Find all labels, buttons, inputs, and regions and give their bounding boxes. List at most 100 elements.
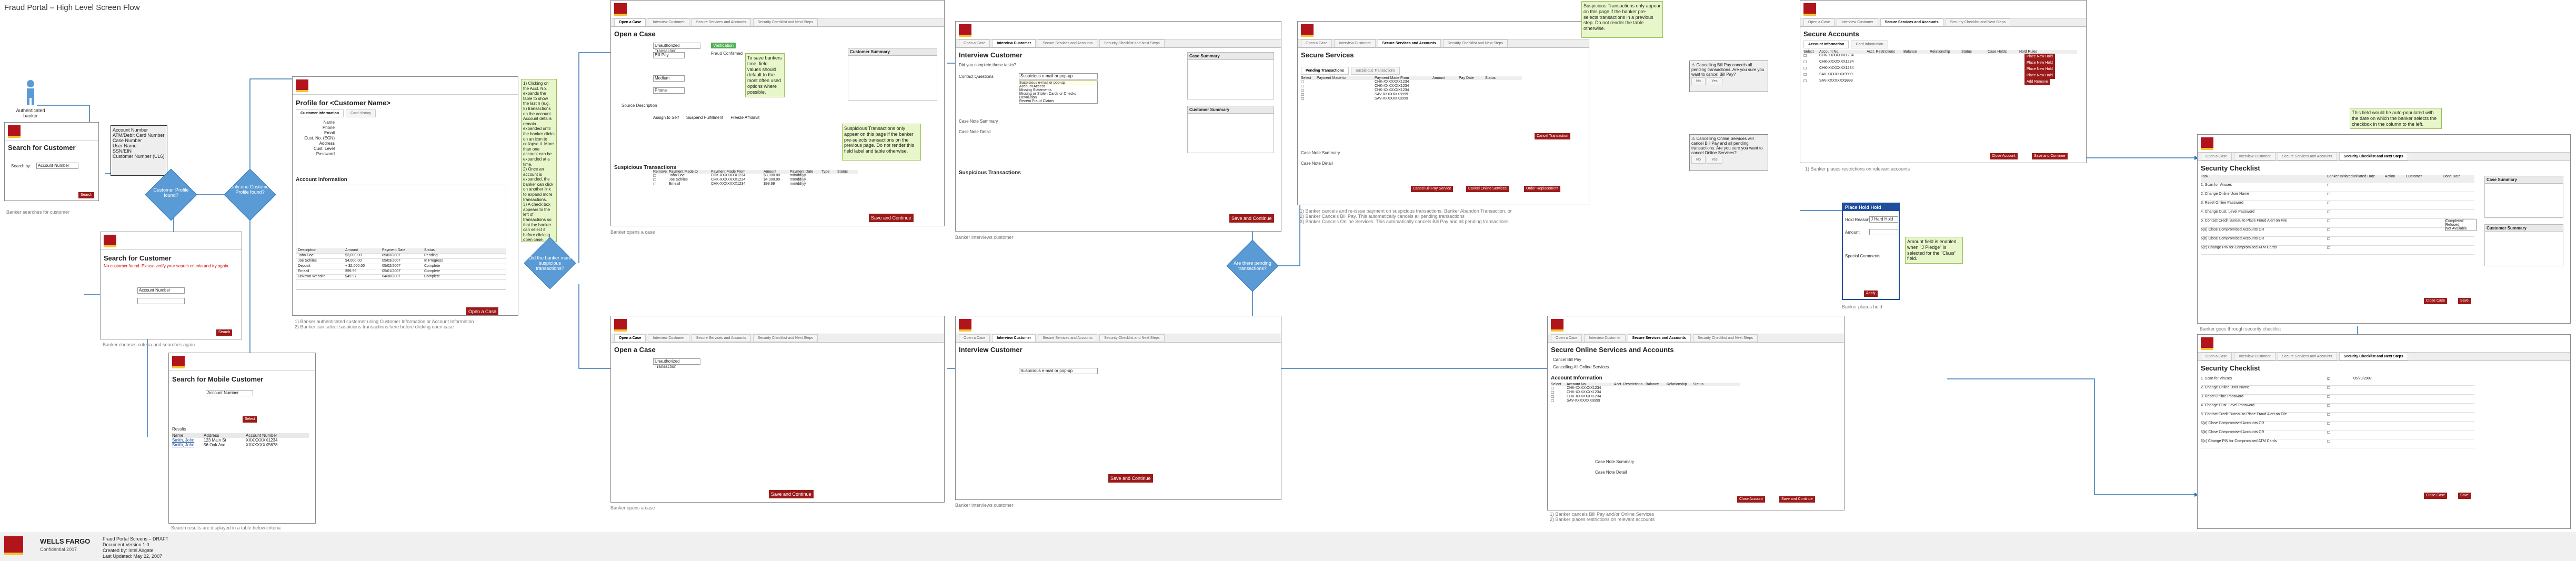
products-select[interactable]: Bill Pay (653, 52, 685, 58)
close-account-button[interactable]: Close Account (1990, 153, 2018, 159)
contact-questions-dropdown[interactable]: Suspicious e-mail or pop-up Account Acce… (1019, 81, 1098, 104)
tab-secure[interactable]: Secure Services and Accounts (1377, 39, 1441, 47)
search-button[interactable]: Search (216, 329, 233, 336)
opt-cancel-billpay[interactable]: Cancel Bill Pay (1553, 357, 1581, 362)
check-suspend[interactable]: Suspend Fulfillment (686, 115, 723, 120)
tab-interview[interactable]: Interview Customer (648, 334, 689, 342)
tab-open-case[interactable]: Open a Case (1803, 18, 1835, 26)
cancel-billpay-button[interactable]: Cancel Bill Pay Service (1411, 186, 1454, 192)
result-name[interactable]: Smith, John (172, 443, 204, 447)
tab-checklist[interactable]: Security Checklist and Next Steps (1099, 39, 1165, 47)
customer-dropdown[interactable]: Completed Refused Not Available (2445, 219, 2477, 231)
apply-button[interactable]: Apply (1864, 290, 1878, 297)
close-account-button[interactable]: Close Account (1737, 496, 1765, 503)
tab-secure[interactable]: Secure Services and Accounts (691, 18, 751, 26)
tab-checklist[interactable]: Security Checklist and Next Steps (1945, 18, 2011, 26)
open-case-button[interactable]: Open a Case (466, 307, 499, 315)
tab-interview[interactable]: Interview Customer (992, 39, 1036, 47)
tab-pending[interactable]: Pending Transactions (1301, 67, 1349, 75)
tab-secure[interactable]: Secure Services and Accounts (2277, 353, 2337, 360)
cancel-online-button[interactable]: Cancel Online Services (1466, 186, 1509, 192)
search-by-select[interactable]: Account Number (36, 163, 78, 169)
acct-no[interactable]: SAV-XXXXXXX9999 (1819, 79, 1867, 85)
tab-open-case[interactable]: Open a Case (1301, 39, 1332, 47)
tab-interview[interactable]: Interview Customer (1837, 18, 1878, 26)
dropdown-option[interactable]: Account Access (1019, 85, 1097, 88)
dropdown-option[interactable]: Missing Statements (1019, 88, 1097, 92)
save-continue-button[interactable]: Save and Continue (869, 214, 914, 222)
no-button[interactable]: No (1691, 156, 1706, 164)
acct-no[interactable]: CHK-XXXXXXX1234 (1819, 60, 1867, 66)
place-hold-button[interactable]: Place New Hold (2024, 66, 2055, 73)
tab-suspicious[interactable]: Suspicious Transactions (1350, 67, 1400, 75)
acct-no[interactable]: SAV-XXXXXXX9999 (1819, 73, 1867, 79)
fraud-confirmed[interactable]: Fraud Confirmed (711, 51, 743, 56)
yes-button[interactable]: Yes (1707, 156, 1722, 164)
remove-hold-button[interactable]: Add Remove (2024, 79, 2050, 85)
tab-interview[interactable]: Interview Customer (1334, 39, 1376, 47)
hold-reason-select[interactable]: J Hard Hold (1869, 216, 1898, 223)
opt-cancel-online[interactable]: Cancelling All Online Services (1553, 365, 1609, 369)
cancel-transaction-button[interactable]: Cancel Transaction (1535, 133, 1570, 139)
search-for-input[interactable] (137, 298, 185, 304)
tab-open-case[interactable]: Open a Case (2201, 153, 2232, 161)
tab-checklist[interactable]: Security Checklist and Next Steps (2339, 153, 2408, 161)
acct-no[interactable]: CHK-XXXXXXX1234 (1567, 395, 1614, 399)
place-hold-button[interactable]: Place New Hold (2024, 54, 2055, 60)
place-hold-button[interactable]: Place New Hold (2024, 60, 2055, 66)
tab-secure[interactable]: Secure Services and Accounts (1627, 334, 1691, 342)
tab-secure[interactable]: Secure Services and Accounts (1880, 18, 1943, 26)
dropdown-option[interactable]: Missing or Stolen Cards or Checks (1019, 92, 1097, 96)
acct-no[interactable]: SAV-XXXXXXX9999 (1567, 399, 1614, 403)
tab-card-history[interactable]: Card History (346, 109, 376, 117)
tab-secure[interactable]: Secure Services and Accounts (691, 334, 751, 342)
tab-account-info[interactable]: Account Information (1803, 41, 1849, 48)
contact-questions-select[interactable]: Suspicious e-mail or pop-up (1019, 73, 1098, 79)
tab-secure[interactable]: Secure Services and Accounts (2277, 153, 2337, 161)
tab-checklist[interactable]: Security Checklist and Next Steps (1692, 334, 1758, 342)
close-case-button[interactable]: Close Case (2424, 298, 2448, 304)
save-continue-button[interactable]: Save and Continue (2032, 153, 2068, 159)
acct-no[interactable]: CHK-XXXXXXX1234 (1819, 54, 1867, 60)
search-by-select[interactable]: Account Number (206, 390, 253, 396)
tab-checklist[interactable]: Security Checklist and Next Steps (1442, 39, 1508, 47)
tab-open-case[interactable]: Open a Case (614, 18, 646, 26)
tab-open-case[interactable]: Open a Case (1551, 334, 1582, 342)
tab-secure[interactable]: Secure Services and Accounts (1038, 334, 1098, 342)
tab-interview[interactable]: Interview Customer (2234, 153, 2276, 161)
acct-no[interactable]: CHK-XXXXXXX1234 (1819, 66, 1867, 73)
tab-open-case[interactable]: Open a Case (959, 39, 990, 47)
tab-customer-info[interactable]: Customer Information (296, 109, 344, 117)
close-case-button[interactable]: Close Case (2424, 493, 2448, 499)
tab-interview[interactable]: Interview Customer (1584, 334, 1626, 342)
tab-interview[interactable]: Interview Customer (992, 334, 1036, 342)
problem-type-select[interactable]: Unauthorized Transaction (653, 43, 700, 53)
place-hold-button[interactable]: Place New Hold (2024, 73, 2055, 79)
contact-questions-select[interactable]: Suspicious e-mail or pop-up (1019, 368, 1098, 374)
acct-no[interactable]: CHK-XXXXXXX1234 (1567, 390, 1614, 395)
tab-open-case[interactable]: Open a Case (614, 334, 646, 342)
search-button[interactable]: Search (78, 192, 95, 198)
tab-checklist[interactable]: Security Checklist and Next Steps (1099, 334, 1165, 342)
acct-no[interactable]: CHK-XXXXXXX1234 (1567, 386, 1614, 390)
result-name[interactable]: Smith, John (172, 438, 204, 443)
save-button[interactable]: Save (2458, 298, 2471, 304)
problem-type-select[interactable]: Unauthorized Transaction (653, 358, 700, 369)
save-button[interactable]: Save (2458, 493, 2471, 499)
tab-checklist[interactable]: Security Checklist and Next Steps (753, 334, 818, 342)
channel-select[interactable]: Phone (653, 87, 685, 94)
save-continue-button[interactable]: Save and Continue (1108, 474, 1153, 483)
priority-select[interactable]: Medium (653, 75, 685, 82)
check-assign[interactable]: Assign to Self (653, 115, 679, 120)
dropdown-option[interactable]: Completed (2445, 219, 2476, 223)
save-continue-button[interactable]: Save and Continue (1779, 496, 1815, 503)
tab-secure[interactable]: Secure Services and Accounts (1038, 39, 1098, 47)
dropdown-option[interactable]: Recent Fraud Claims (1019, 99, 1097, 103)
dropdown-option[interactable]: Suspicious e-mail or pop-up (1019, 81, 1097, 85)
dropdown-option[interactable]: Devolution (1019, 96, 1097, 99)
verification-flag[interactable]: Verification (711, 43, 736, 48)
tab-card-info[interactable]: Card Information (1851, 41, 1888, 48)
save-continue-button[interactable]: Save and Continue (769, 490, 814, 498)
yes-button[interactable]: Yes (1707, 77, 1722, 85)
dropdown-option[interactable]: Not Available (2445, 227, 2476, 231)
